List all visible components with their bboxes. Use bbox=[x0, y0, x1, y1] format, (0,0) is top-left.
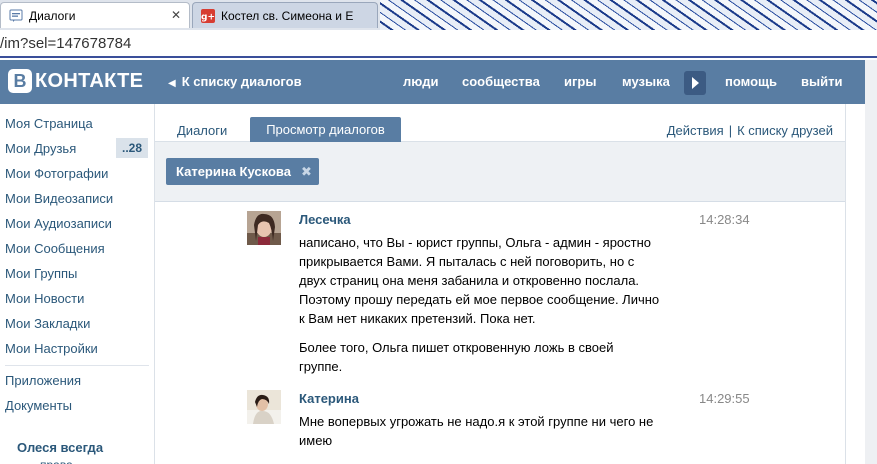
message-line: к Вам нет никаких претензий. Пока нет. bbox=[299, 311, 536, 326]
actions-bar: Действия | К списку друзей bbox=[667, 123, 833, 138]
sidebar-item-messages[interactable]: Мои Сообщения bbox=[5, 241, 105, 256]
remove-participant-icon[interactable]: ✖ bbox=[301, 158, 312, 185]
message-time: 14:28:34 bbox=[699, 212, 750, 227]
sidebar-promo-continued[interactable]: права bbox=[40, 458, 90, 464]
message-line: Поэтому прошу передать ей мое первое соо… bbox=[299, 292, 660, 307]
sidebar-item-documents[interactable]: Документы bbox=[5, 398, 72, 413]
sidebar-item-apps[interactable]: Приложения bbox=[5, 373, 81, 388]
nav-people[interactable]: люди bbox=[403, 74, 438, 89]
conversation-filter: Катерина Кускова ✖ bbox=[155, 142, 845, 202]
message-line: Более того, Ольга пишет откровенную ложь… bbox=[299, 340, 614, 355]
actions-link[interactable]: Действия bbox=[667, 123, 724, 138]
sidebar-item-bookmarks[interactable]: Мои Закладки bbox=[5, 316, 90, 331]
actions-separator: | bbox=[728, 123, 733, 138]
sidebar-promo-title[interactable]: Олеся всегда bbox=[17, 440, 103, 455]
back-label: К списку диалогов bbox=[181, 74, 302, 89]
tab-dialogs[interactable]: Диалоги bbox=[177, 123, 227, 138]
music-play-button[interactable] bbox=[684, 71, 706, 95]
nav-communities[interactable]: сообщества bbox=[462, 74, 540, 89]
svg-text:g+: g+ bbox=[201, 12, 215, 22]
message-line: имею bbox=[299, 433, 333, 448]
message-author[interactable]: Лесечка bbox=[299, 212, 351, 227]
site-header: В КОНТАКТЕ ◀ К списку диалогов люди сообщ… bbox=[0, 60, 865, 104]
friends-count-badge[interactable]: ..28 bbox=[116, 138, 148, 158]
back-to-dialogs-link[interactable]: ◀ К списку диалогов bbox=[168, 74, 302, 89]
message-line: написано, что Вы - юрист группы, Ольга -… bbox=[299, 235, 652, 250]
avatar-lesechka[interactable] bbox=[247, 211, 281, 245]
participant-name: Катерина Кускова bbox=[176, 164, 291, 179]
browser-tab-dialogs[interactable]: Диалоги ✕ bbox=[0, 2, 190, 28]
sidebar-item-groups[interactable]: Мои Группы bbox=[5, 266, 77, 281]
vk-logo[interactable]: В КОНТАКТЕ bbox=[8, 69, 143, 93]
sidebar-item-friends[interactable]: Мои Друзья bbox=[5, 141, 76, 156]
sidebar-item-audio[interactable]: Мои Аудиозаписи bbox=[5, 216, 112, 231]
back-arrow-icon: ◀ bbox=[168, 78, 176, 89]
nav-games[interactable]: игры bbox=[564, 74, 596, 89]
message-line: Мне вопервых угрожать не надо.я к этой г… bbox=[299, 414, 654, 429]
avatar-katerina[interactable] bbox=[247, 390, 281, 424]
browser-tab-gplus[interactable]: g+ Костел св. Симеона и Е bbox=[192, 2, 378, 28]
tab-title: Диалоги bbox=[29, 8, 76, 23]
sidebar-item-settings[interactable]: Мои Настройки bbox=[5, 341, 98, 356]
browser-theme-pattern bbox=[380, 0, 877, 30]
sidebar-item-news[interactable]: Мои Новости bbox=[5, 291, 84, 306]
sidebar-item-videos[interactable]: Мои Видеозаписи bbox=[5, 191, 113, 206]
vk-logo-mark: В bbox=[8, 69, 32, 93]
nav-logout[interactable]: выйти bbox=[801, 74, 842, 89]
friends-list-link[interactable]: К списку друзей bbox=[737, 123, 833, 138]
address-text[interactable]: /im?sel=147678784 bbox=[0, 35, 131, 52]
address-bar[interactable]: /im?sel=147678784 bbox=[0, 30, 877, 58]
message-author[interactable]: Катерина bbox=[299, 391, 359, 406]
vk-favicon-icon bbox=[9, 9, 23, 23]
nav-music[interactable]: музыка bbox=[622, 74, 670, 89]
browser-tab-bar: Диалоги ✕ g+ Костел св. Симеона и Е bbox=[0, 0, 877, 30]
google-plus-icon: g+ bbox=[201, 8, 215, 23]
vk-logo-text: КОНТАКТЕ bbox=[35, 69, 144, 92]
message-line: двух страниц она меня забанила и открове… bbox=[299, 273, 640, 288]
sidebar-item-my-page[interactable]: Моя Страница bbox=[5, 116, 93, 131]
sidebar-divider bbox=[5, 365, 149, 366]
close-tab-icon[interactable]: ✕ bbox=[171, 8, 181, 22]
tab-title: Костел св. Симеона и Е bbox=[221, 8, 354, 23]
message-line: группе. bbox=[299, 359, 343, 374]
message-line: прикрывается Вами. Я пыталась с ней пого… bbox=[299, 254, 635, 269]
nav-help[interactable]: помощь bbox=[725, 74, 777, 89]
message-time: 14:29:55 bbox=[699, 391, 750, 406]
right-gutter bbox=[865, 60, 877, 464]
dialog-tabs: Диалоги Просмотр диалогов Действия | К спи… bbox=[155, 104, 845, 142]
participant-chip[interactable]: Катерина Кускова ✖ bbox=[166, 158, 319, 185]
tab-view-dialogs[interactable]: Просмотр диалогов bbox=[250, 117, 401, 142]
sidebar-item-photos[interactable]: Мои Фотографии bbox=[5, 166, 108, 181]
